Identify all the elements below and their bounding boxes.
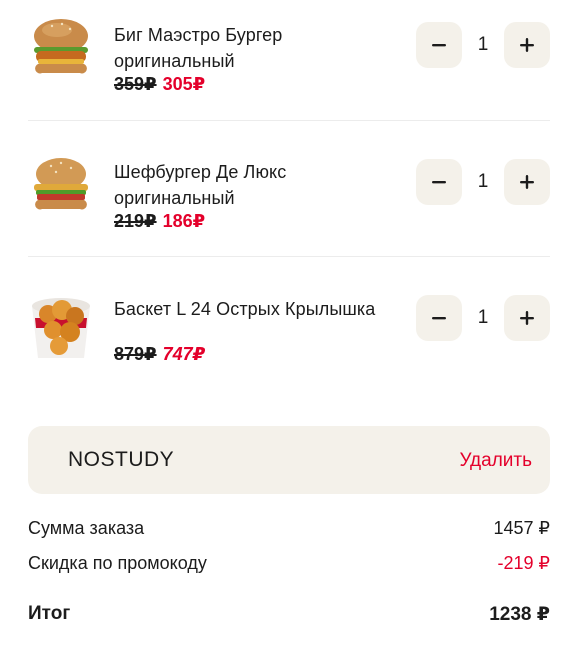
cart-item: Шефбургер Де Люкс оригинальный 219₽ 186₽ … [0, 137, 578, 272]
plus-icon [520, 311, 534, 325]
quantity-stepper: 1 [416, 295, 550, 341]
order-sum-label: Сумма заказа [28, 518, 145, 538]
total-label: Итог [28, 603, 71, 624]
quantity-stepper: 1 [416, 22, 550, 68]
order-sum-value: 1457 ₽ [493, 518, 551, 538]
quantity-value: 1 [477, 34, 489, 55]
plus-icon [520, 175, 534, 189]
item-name: Баскет L 24 Острых Крылышка [114, 299, 376, 319]
new-price: 747₽ [162, 344, 206, 364]
plus-icon [520, 38, 534, 52]
quantity-value: 1 [477, 171, 489, 192]
item-prices: 359₽ 305₽ [114, 74, 205, 95]
item-prices: 879₽ 747₽ [114, 344, 205, 365]
decrease-button[interactable] [416, 159, 462, 205]
divider [28, 256, 550, 257]
discount-row: Скидка по промокоду -219 ₽ [28, 553, 550, 577]
divider [28, 120, 550, 121]
promo-code-panel: NOSTUDY Удалить [28, 426, 550, 494]
quantity-stepper: 1 [416, 159, 550, 205]
item-name: Биг Маэстро Бургер оригинальный [114, 25, 283, 71]
minus-icon [432, 317, 446, 320]
decrease-button[interactable] [416, 295, 462, 341]
total-value: 1238 ₽ [489, 604, 550, 625]
burger-icon [34, 19, 88, 74]
increase-button[interactable] [504, 22, 550, 68]
increase-button[interactable] [504, 295, 550, 341]
discount-value: -219 ₽ [497, 553, 550, 573]
chicken-bucket-icon [32, 298, 90, 358]
new-price: 305₽ [162, 74, 206, 94]
burger-icon [34, 158, 88, 210]
promo-code-value: NOSTUDY [68, 448, 175, 471]
old-price: 359₽ [114, 74, 157, 94]
item-name: Шефбургер Де Люкс оригинальный [114, 162, 287, 208]
discount-label: Скидка по промокоду [28, 553, 207, 573]
remove-promo-button[interactable]: Удалить [459, 426, 532, 496]
total-row: Итог 1238 ₽ [28, 603, 550, 629]
decrease-button[interactable] [416, 22, 462, 68]
minus-icon [432, 181, 446, 184]
quantity-value: 1 [477, 307, 489, 328]
cart-item: Баскет L 24 Острых Крылышка 879₽ 747₽ 1 [0, 274, 578, 409]
new-price: 186₽ [162, 211, 206, 231]
order-sum-row: Сумма заказа 1457 ₽ [28, 518, 550, 542]
old-price: 879₽ [114, 344, 157, 364]
old-price: 219₽ [114, 211, 157, 231]
minus-icon [432, 44, 446, 47]
item-prices: 219₽ 186₽ [114, 211, 205, 232]
cart-item: Биг Маэстро Бургер оригинальный 359₽ 305₽… [0, 0, 578, 135]
increase-button[interactable] [504, 159, 550, 205]
